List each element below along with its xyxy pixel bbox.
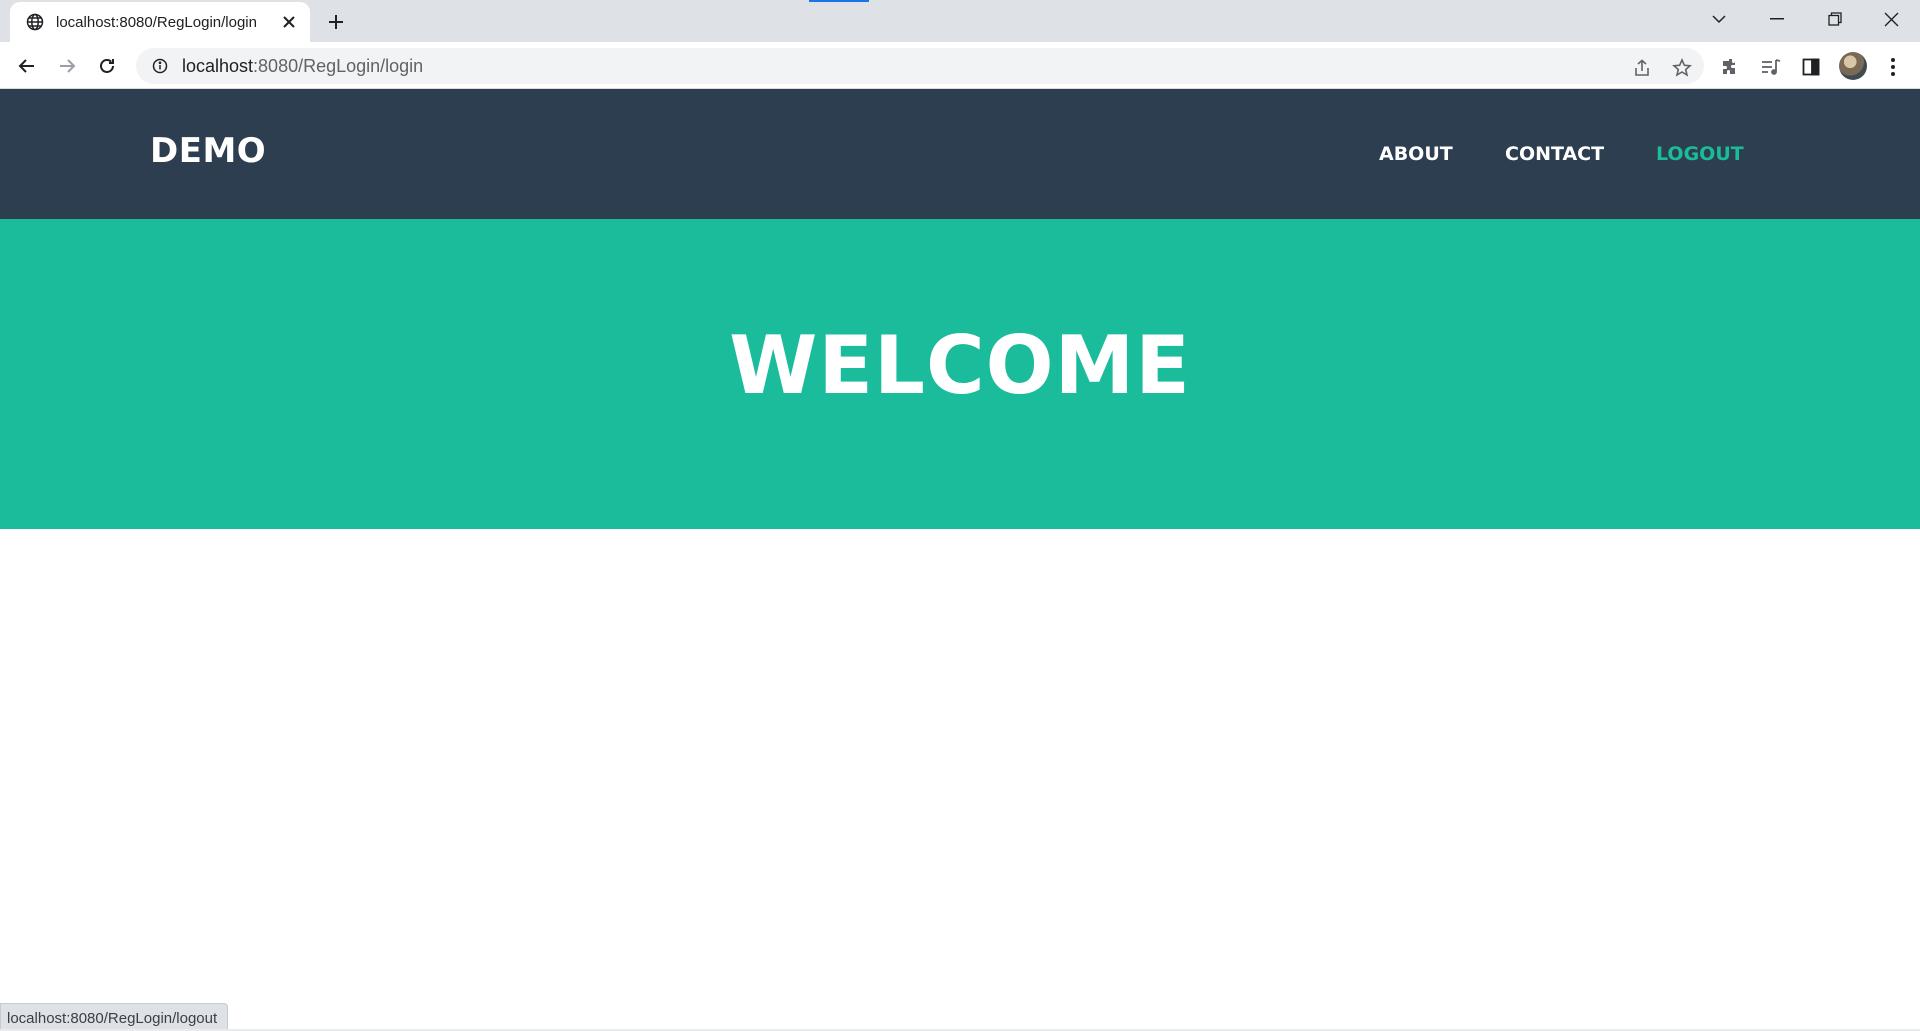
brand-logo[interactable]: DEMO xyxy=(150,131,266,171)
browser-tabstrip: localhost:8080/RegLogin/login xyxy=(0,0,1920,42)
nav-about-link[interactable]: ABOUT xyxy=(1379,143,1453,165)
globe-icon xyxy=(24,11,46,33)
close-icon[interactable] xyxy=(278,11,300,33)
side-panel-icon[interactable] xyxy=(1798,54,1824,80)
forward-arrow-icon[interactable] xyxy=(51,50,83,82)
url-host: localhost xyxy=(182,55,254,76)
hero-banner: WELCOME xyxy=(0,219,1920,529)
reload-icon[interactable] xyxy=(91,50,123,82)
menu-dots-icon[interactable] xyxy=(1880,54,1906,80)
window-close-icon[interactable] xyxy=(1862,0,1920,38)
browser-tab[interactable]: localhost:8080/RegLogin/login xyxy=(10,2,310,42)
extensions-icon[interactable] xyxy=(1718,54,1744,80)
site-navbar: DEMO ABOUT CONTACT LOGOUT xyxy=(0,89,1920,219)
avatar[interactable] xyxy=(1839,52,1867,80)
nav-logout-link[interactable]: LOGOUT xyxy=(1656,143,1744,165)
url-path: :8080/RegLogin/login xyxy=(253,55,424,76)
tab-title: localhost:8080/RegLogin/login xyxy=(56,13,257,31)
nav-contact-link[interactable]: CONTACT xyxy=(1505,143,1604,165)
chevron-down-icon[interactable] xyxy=(1690,0,1748,38)
plus-icon[interactable] xyxy=(322,8,350,36)
browser-toolbar: localhost:8080/RegLogin/login xyxy=(0,42,1920,89)
share-icon[interactable] xyxy=(1630,56,1654,80)
url-text: localhost:8080/RegLogin/login xyxy=(182,56,423,77)
address-bar[interactable]: localhost:8080/RegLogin/login xyxy=(136,48,1704,84)
hero-title: WELCOME xyxy=(729,319,1191,412)
back-arrow-icon[interactable] xyxy=(11,50,43,82)
media-icon[interactable] xyxy=(1758,54,1784,80)
tab-loading-indicator xyxy=(809,0,869,2)
info-icon[interactable] xyxy=(150,56,170,76)
restore-icon[interactable] xyxy=(1806,0,1864,38)
status-url-bubble: localhost:8080/RegLogin/logout xyxy=(0,1003,228,1031)
star-icon[interactable] xyxy=(1670,56,1694,80)
minimize-icon[interactable] xyxy=(1748,0,1806,38)
